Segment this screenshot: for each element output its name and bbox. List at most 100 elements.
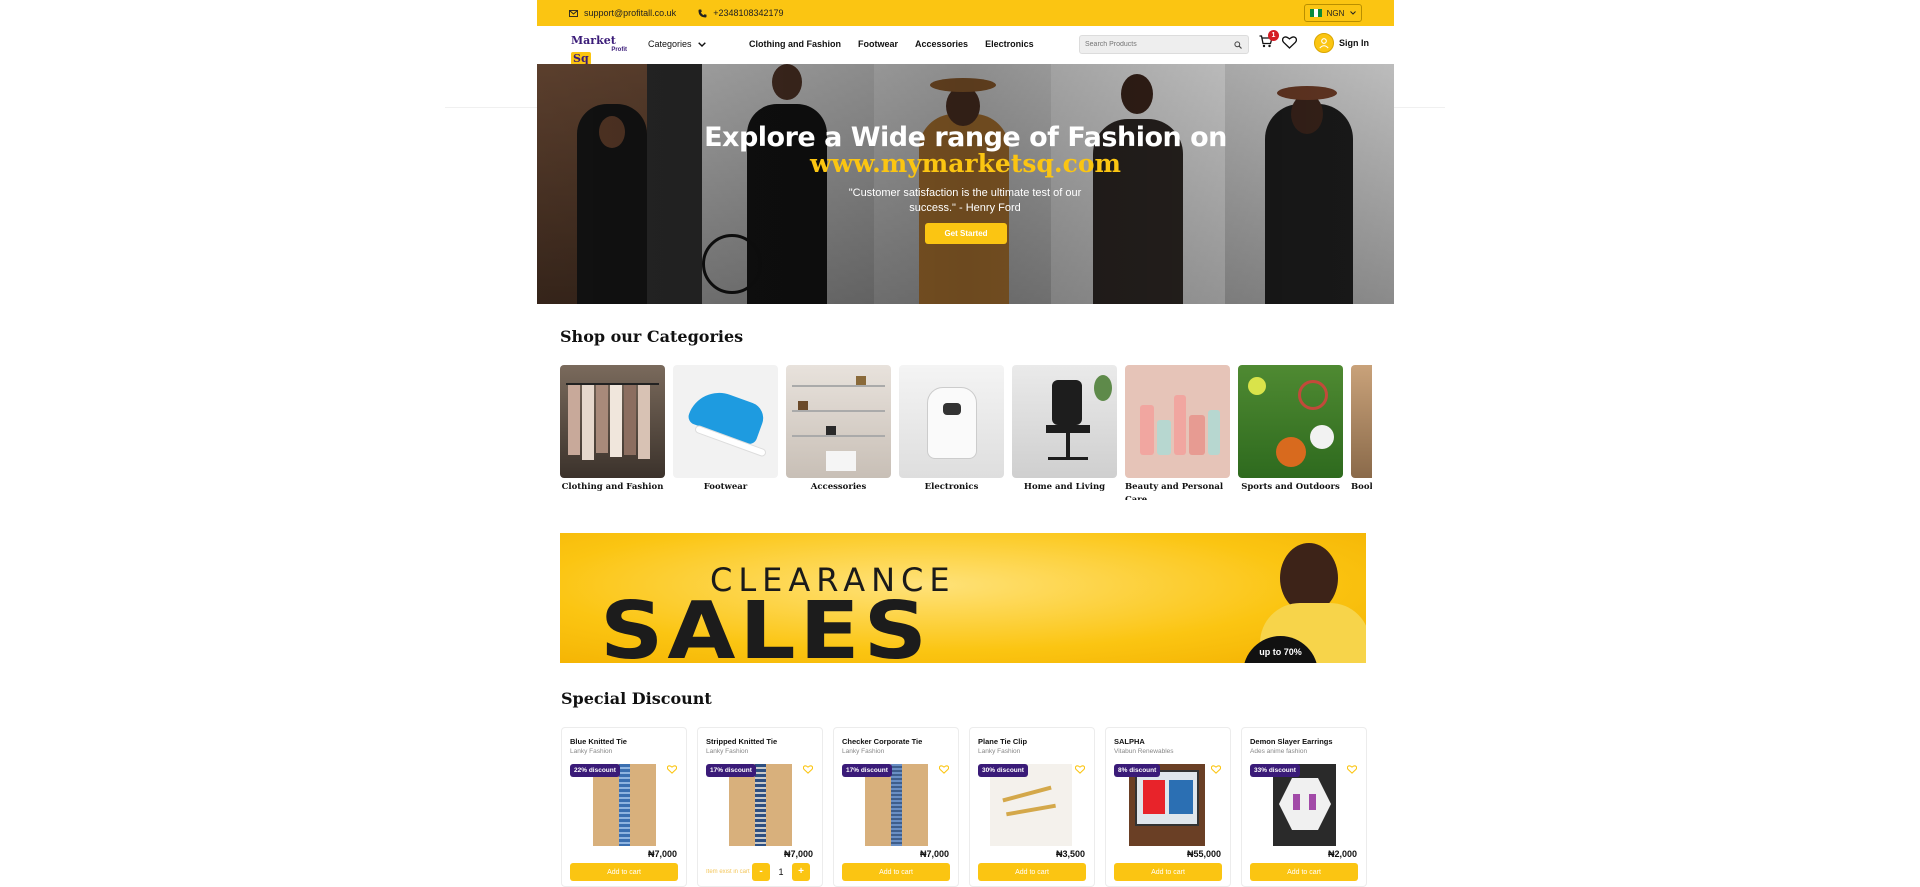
category-card-books[interactable]: Books and Media [1351,365,1372,494]
product-name[interactable]: Demon Slayer Earrings [1250,737,1333,746]
support-phone-text: +2348108342179 [713,8,784,18]
item-in-cart-label: Item exist in cart [706,869,750,875]
product-price: ₦7,000 [647,849,677,859]
search-icon[interactable] [1234,41,1242,49]
product-name[interactable]: Plane Tie Clip [978,737,1027,746]
phone-icon [698,9,707,17]
category-label: Accessories [810,482,867,492]
hero-overlay [537,64,1394,304]
favorite-heart-icon[interactable] [1075,765,1085,774]
product-card[interactable]: Blue Knitted Tie Lanky Fashion 22% disco… [561,727,687,887]
chevron-down-icon [1350,11,1357,15]
discount-badge: 22% discount [570,764,620,777]
category-image [673,365,778,478]
category-card-home[interactable]: Home and Living [1012,365,1117,494]
support-email-text: support@profitall.co.uk [584,8,677,18]
category-card-electronics[interactable]: Electronics [899,365,1004,494]
product-card[interactable]: Plane Tie Clip Lanky Fashion 30% discoun… [969,727,1095,887]
product-price: ₦7,000 [783,849,813,859]
hero-banner: Explore a Wide range of Fashion on www.m… [537,64,1394,304]
main-nav: Market Sq Profit Categories Clothing and… [537,26,1394,65]
product-name[interactable]: Checker Corporate Tie [842,737,922,746]
categories-dropdown[interactable]: Categories [648,39,706,49]
favorite-heart-icon[interactable] [1211,765,1221,774]
favorite-heart-icon[interactable] [939,765,949,774]
chevron-down-icon [697,41,706,47]
user-avatar-icon [1314,33,1334,53]
mail-icon [569,9,578,17]
category-label: Footwear [703,482,748,492]
get-started-button[interactable]: Get Started [925,223,1007,244]
browser-viewport: support@profitall.co.uk +2348108342179 N… [0,0,1920,887]
decrease-quantity-button[interactable]: - [752,863,770,881]
product-price: ₦7,000 [919,849,949,859]
favorite-heart-icon[interactable] [667,765,677,774]
product-card[interactable]: Checker Corporate Tie Lanky Fashion 17% … [833,727,959,887]
logo-main: Market [571,34,616,47]
discount-badge: 8% discount [1114,764,1161,777]
search-input[interactable] [1085,41,1225,48]
product-vendor: Ades anime fashion [1250,748,1308,755]
clearance-sales-banner[interactable]: CLEARANCE SALES up to 70% [560,533,1366,663]
discount-badge: 17% discount [842,764,892,777]
sign-in-label: Sign In [1339,38,1369,48]
category-card-footwear[interactable]: Footwear [673,365,778,494]
add-to-cart-button[interactable]: Add to cart [1250,863,1358,881]
category-label: Electronics [924,482,979,492]
product-name[interactable]: Stripped Knitted Tie [706,737,777,746]
discount-badge: 33% discount [1250,764,1300,777]
nav-link-electronics[interactable]: Electronics [985,39,1034,49]
add-to-cart-button[interactable]: Add to cart [1114,863,1222,881]
logo-text: Market Sq [571,34,616,65]
add-to-cart-button[interactable]: Add to cart [978,863,1086,881]
product-vendor: Lanky Fashion [842,748,885,755]
product-name[interactable]: SALPHA [1114,737,1145,746]
category-image [1238,365,1343,478]
favorite-heart-icon[interactable] [1347,765,1357,774]
nav-link-accessories[interactable]: Accessories [915,39,968,49]
increase-quantity-button[interactable]: + [792,863,810,881]
category-card-sports[interactable]: Sports and Outdoors [1238,365,1343,494]
nigeria-flag-icon [1309,9,1322,17]
discount-badge: 30% discount [978,764,1028,777]
banner-line-2: SALES [600,584,932,663]
category-card-clothing[interactable]: Clothing and Fashion [560,365,665,494]
support-phone[interactable]: +2348108342179 [698,8,784,18]
add-to-cart-button[interactable]: Add to cart [842,863,950,881]
category-image [560,365,665,478]
favorite-heart-icon[interactable] [803,765,813,774]
logo[interactable]: Market Sq Profit [571,31,631,65]
support-email[interactable]: support@profitall.co.uk [569,8,676,18]
product-card[interactable]: SALPHA Vitabun Renewables 8% discount ₦5… [1105,727,1231,887]
currency-selector[interactable]: NGN [1304,4,1362,22]
quantity-stepper: Item exist in cart - 1 + [706,863,814,881]
category-label: Beauty and Personal Care [1125,482,1224,500]
top-bar: support@profitall.co.uk +2348108342179 N… [537,0,1394,26]
category-label: Sports and Outdoors [1241,482,1340,492]
categories-label: Categories [648,39,692,49]
category-image [899,365,1004,478]
category-image [786,365,891,478]
nav-links: Clothing and Fashion Footwear Accessorie… [749,39,1051,49]
hero-url[interactable]: www.mymarketsq.com [537,149,1394,178]
category-label: Clothing and Fashion [561,482,664,492]
category-card-beauty[interactable]: Beauty and Personal Care [1125,365,1230,500]
categories-carousel[interactable]: Clothing and Fashion Footwear Accessorie… [560,365,1372,500]
add-to-cart-button[interactable]: Add to cart [570,863,678,881]
product-card[interactable]: Stripped Knitted Tie Lanky Fashion 17% d… [697,727,823,887]
currency-label: NGN [1326,8,1345,18]
product-name[interactable]: Blue Knitted Tie [570,737,627,746]
wishlist-heart-icon[interactable] [1282,36,1297,49]
categories-heading: Shop our Categories [560,327,744,346]
product-card[interactable]: Demon Slayer Earrings Ades anime fashion… [1241,727,1367,887]
nav-link-clothing[interactable]: Clothing and Fashion [749,39,841,49]
product-vendor: Vitabun Renewables [1114,748,1174,755]
search-box [1079,35,1249,54]
quantity-value: 1 [778,867,784,877]
hero-quote: "Customer satisfaction is the ultimate t… [848,187,1082,214]
category-card-accessories[interactable]: Accessories [786,365,891,494]
sign-in-button[interactable]: Sign In [1314,33,1369,53]
product-price: ₦3,500 [1055,849,1085,859]
nav-link-footwear[interactable]: Footwear [858,39,898,49]
discount-badge: 17% discount [706,764,756,777]
